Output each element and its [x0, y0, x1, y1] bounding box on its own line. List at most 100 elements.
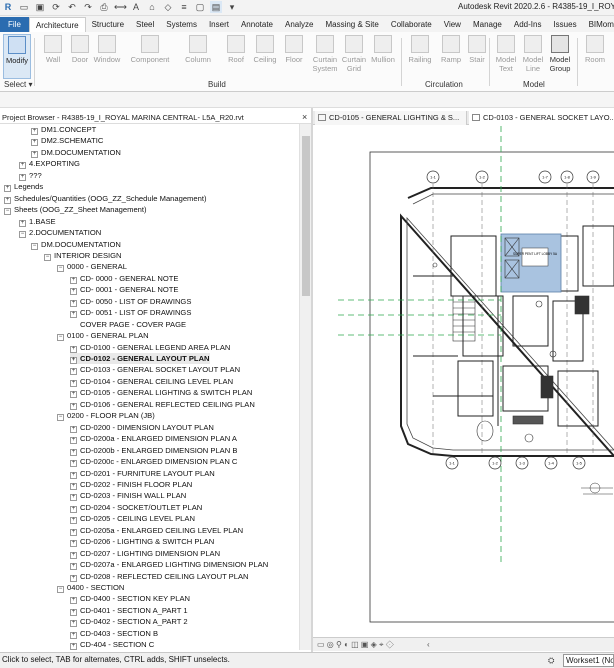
collapse-icon[interactable]: −	[57, 414, 64, 422]
tab-view[interactable]: View	[438, 17, 467, 32]
tree-item[interactable]: + CD-0205a - ENLARGED CEILING LEVEL PLAN	[70, 525, 243, 536]
tab-add-ins[interactable]: Add-Ins	[508, 17, 548, 32]
tree-item[interactable]: + DM2.SCHEMATIC	[31, 135, 103, 147]
expand-icon[interactable]: +	[70, 471, 77, 479]
expand-icon[interactable]: +	[70, 402, 77, 410]
tree-item[interactable]: + CD-0200a - ENLARGED DIMENSION PLAN A	[70, 433, 237, 445]
roof-button[interactable]: Roof	[221, 34, 251, 79]
tree-item[interactable]: −2.DOCUMENTATION	[19, 227, 101, 239]
tree-item[interactable]: −0100 - GENERAL PLAN	[57, 330, 149, 342]
tree-item[interactable]: + CD- 0001 - GENERAL NOTE	[70, 284, 178, 296]
tab-collaborate[interactable]: Collaborate	[385, 17, 438, 32]
expand-icon[interactable]: +	[70, 505, 77, 513]
workset-dropdown[interactable]: Workset1 (No	[563, 654, 614, 667]
workset-icon[interactable]: ⛭	[548, 656, 558, 666]
collapse-icon[interactable]: −	[19, 231, 26, 239]
tab-file[interactable]: File	[0, 17, 29, 32]
tree-item[interactable]: + CD-0203 - FINISH WALL PLAN	[70, 490, 186, 502]
modify-button[interactable]: Modify	[3, 34, 31, 79]
expand-icon[interactable]: +	[70, 276, 77, 284]
expand-icon[interactable]: +	[70, 299, 77, 307]
curtain-system-button[interactable]: Curtain System	[310, 34, 340, 79]
open-icon[interactable]: ▭	[18, 1, 30, 13]
tree-item[interactable]: + CD-404 - SECTION C	[70, 639, 154, 650]
tree-item[interactable]: − DM.DOCUMENTATION	[31, 239, 121, 250]
model-line-button[interactable]: Model Line	[518, 34, 548, 79]
tab-insert[interactable]: Insert	[203, 17, 235, 32]
tab-manage[interactable]: Manage	[467, 17, 508, 32]
model-text-button[interactable]: Model Text	[491, 34, 521, 79]
tab-architecture[interactable]: Architecture	[28, 17, 86, 32]
tree-item[interactable]: + CD-0207 - LIGHTING DIMENSION PLAN	[70, 548, 220, 559]
model-group-button[interactable]: Model Group	[545, 34, 575, 79]
tree-item[interactable]: −0200 - FLOOR PLAN (JB)	[57, 410, 155, 422]
door-button[interactable]: Door	[65, 34, 95, 79]
expand-icon[interactable]: +	[31, 150, 38, 158]
tree-item[interactable]: + DM.DOCUMENTATION	[31, 147, 121, 158]
tree-item[interactable]: + CD-0205 - CEILING LEVEL PLAN	[70, 513, 195, 525]
expand-icon[interactable]: +	[70, 345, 77, 353]
tree-item[interactable]: +1.BASE	[19, 216, 56, 227]
tree-item[interactable]: + CD-0100 - GENERAL LEGEND AREA PLAN	[70, 342, 230, 353]
curtain-grid-button[interactable]: Curtain Grid	[339, 34, 369, 79]
tree-item[interactable]: −0400 - SECTION	[57, 582, 124, 593]
text-icon[interactable]: A	[130, 1, 142, 13]
expand-icon[interactable]: +	[70, 608, 77, 616]
tab-structure[interactable]: Structure	[86, 17, 130, 32]
tree-item[interactable]: + CD-0204 - SOCKET/OUTLET PLAN	[70, 502, 202, 513]
close-hidden-icon[interactable]: ▢	[194, 1, 206, 13]
tab-issues[interactable]: Issues	[547, 17, 582, 32]
expand-icon[interactable]: +	[70, 643, 77, 650]
tree-item[interactable]: + Schedules/Quantities (OOG_ZZ_Schedule M…	[4, 193, 206, 204]
tab-bimomatic[interactable]: BIMomatic	[583, 17, 614, 32]
expand-icon[interactable]: +	[70, 540, 77, 548]
expand-icon[interactable]: +	[70, 482, 77, 490]
scrollbar-thumb[interactable]	[302, 136, 310, 296]
tab-massing-site[interactable]: Massing & Site	[319, 17, 384, 32]
view-tab-0105[interactable]: CD-0105 - GENERAL LIGHTING & S...	[315, 111, 467, 125]
expand-icon[interactable]: +	[70, 379, 77, 387]
tree-item[interactable]: + CD-0200b - ENLARGED DIMENSION PLAN B	[70, 445, 237, 456]
floor-button[interactable]: Floor	[279, 34, 309, 79]
tree-item[interactable]: + CD- 0000 - GENERAL NOTE	[70, 273, 178, 284]
tab-steel[interactable]: Steel	[130, 17, 160, 32]
expand-icon[interactable]: +	[4, 185, 11, 193]
tree-item[interactable]: + DM1.CONCEPT	[31, 124, 96, 135]
expand-icon[interactable]: +	[19, 173, 26, 181]
expand-icon[interactable]: +	[31, 139, 38, 147]
expand-icon[interactable]: +	[70, 357, 77, 364]
expand-icon[interactable]: +	[70, 597, 77, 605]
tree-item[interactable]: + CD-0403 - SECTION B	[70, 628, 158, 639]
expand-icon[interactable]: +	[70, 528, 77, 536]
scroll-left-icon[interactable]: ‹	[427, 638, 430, 651]
expand-icon[interactable]: +	[70, 368, 77, 376]
collapse-icon[interactable]: −	[44, 253, 51, 261]
room-tag-box[interactable]	[521, 247, 549, 267]
tree-item[interactable]: +4.EXPORTING	[19, 158, 80, 170]
tree-item[interactable]: + CD-0401 - SECTION A_PART 1	[70, 605, 188, 616]
stair-button[interactable]: Stair	[462, 34, 492, 79]
tree-item[interactable]: − Sheets (OOG_ZZ_Sheet Management)	[4, 204, 147, 216]
expand-icon[interactable]: +	[70, 288, 77, 296]
collapse-icon[interactable]: −	[4, 208, 11, 216]
column-button[interactable]: Column	[183, 34, 213, 79]
tree-item[interactable]: + CD-0207a - ENLARGED LIGHTING DIMENSION …	[70, 559, 268, 571]
tree-item[interactable]: + CD-0208 - REFLECTED CEILING LAYOUT PLAN	[70, 571, 249, 582]
customize-qat-icon[interactable]: ▾	[226, 1, 238, 13]
expand-icon[interactable]: +	[70, 574, 77, 582]
close-icon[interactable]: ×	[302, 111, 307, 124]
tree-item[interactable]: −0000 - GENERAL	[57, 261, 127, 273]
mullion-button[interactable]: Mullion	[368, 34, 398, 79]
tree-item[interactable]: + CD-0103 - GENERAL SOCKET LAYOUT PLAN	[70, 364, 240, 376]
ceiling-button[interactable]: Ceiling	[250, 34, 280, 79]
tree-item[interactable]: + CD-0201 - FURNITURE LAYOUT PLAN	[70, 468, 215, 479]
collapse-icon[interactable]: −	[57, 334, 64, 342]
tree-item[interactable]: + CD-0402 - SECTION A_PART 2	[70, 616, 188, 628]
select-dropdown[interactable]: Select ▾	[4, 80, 32, 89]
collapse-icon[interactable]: −	[57, 265, 64, 273]
tab-annotate[interactable]: Annotate	[235, 17, 279, 32]
undo-icon[interactable]: ↶	[66, 1, 78, 13]
window-button[interactable]: Window	[92, 34, 122, 79]
tree-item[interactable]: + CD- 0050 - LIST OF DRAWINGS	[70, 296, 191, 307]
expand-icon[interactable]: +	[19, 162, 26, 170]
